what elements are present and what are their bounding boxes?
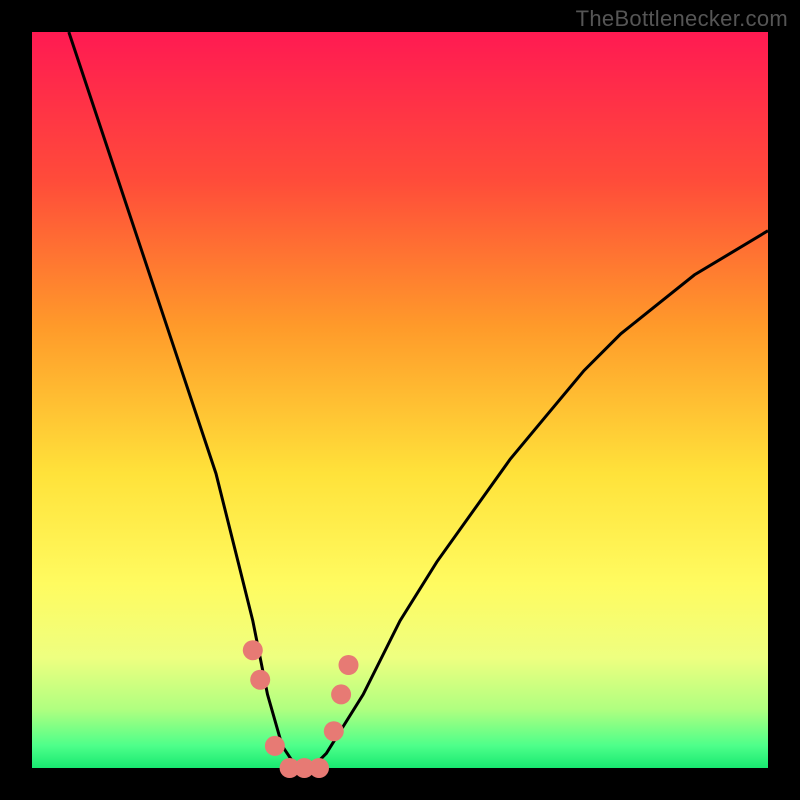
bottleneck-chart (0, 0, 800, 800)
attribution-label: TheBottlenecker.com (576, 6, 788, 32)
marker-dot (331, 684, 351, 704)
marker-dot (324, 721, 344, 741)
gradient-background (32, 32, 768, 768)
marker-dot (250, 670, 270, 690)
marker-dot (265, 736, 285, 756)
marker-dot (309, 758, 329, 778)
marker-dot (243, 640, 263, 660)
marker-dot (339, 655, 359, 675)
chart-frame: TheBottlenecker.com (0, 0, 800, 800)
